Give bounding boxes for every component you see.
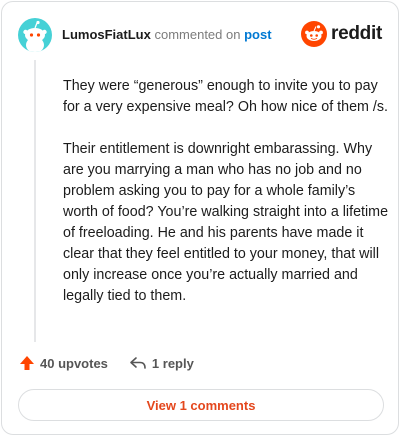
post-link[interactable]: post — [244, 27, 271, 42]
comment-header: LumosFiatLux commented on post reddit — [18, 17, 382, 53]
upvote-button[interactable]: 40 upvotes — [19, 355, 108, 371]
reddit-logo-icon — [301, 21, 328, 47]
comment-card: LumosFiatLux commented on post reddit Th… — [1, 1, 399, 435]
reply-button[interactable]: 1 reply — [129, 355, 194, 371]
comment-actions: 40 upvotes 1 reply — [19, 355, 194, 371]
thread-line[interactable] — [34, 60, 36, 342]
upvote-arrow-icon — [20, 356, 34, 370]
upvote-count: 40 upvotes — [40, 355, 108, 371]
action-text: commented on — [154, 27, 241, 42]
reply-count: 1 reply — [151, 355, 194, 371]
reddit-logo[interactable]: reddit — [301, 21, 382, 47]
avatar[interactable] — [18, 18, 52, 52]
comment-paragraph-2: Their entitlement is downright embarassi… — [63, 141, 389, 304]
comment-meta: LumosFiatLux commented on post — [62, 27, 272, 43]
brand-wordmark: reddit — [331, 23, 382, 44]
username-link[interactable]: LumosFiatLux — [62, 27, 151, 42]
comment-body: They were “generous” enough to invite yo… — [63, 76, 389, 328]
view-comments-button[interactable]: View 1 comments — [18, 389, 384, 421]
comment-paragraph-1: They were “generous” enough to invite yo… — [63, 78, 389, 115]
avatar-snoo-icon — [23, 20, 47, 52]
reply-arrow-icon — [130, 357, 146, 369]
